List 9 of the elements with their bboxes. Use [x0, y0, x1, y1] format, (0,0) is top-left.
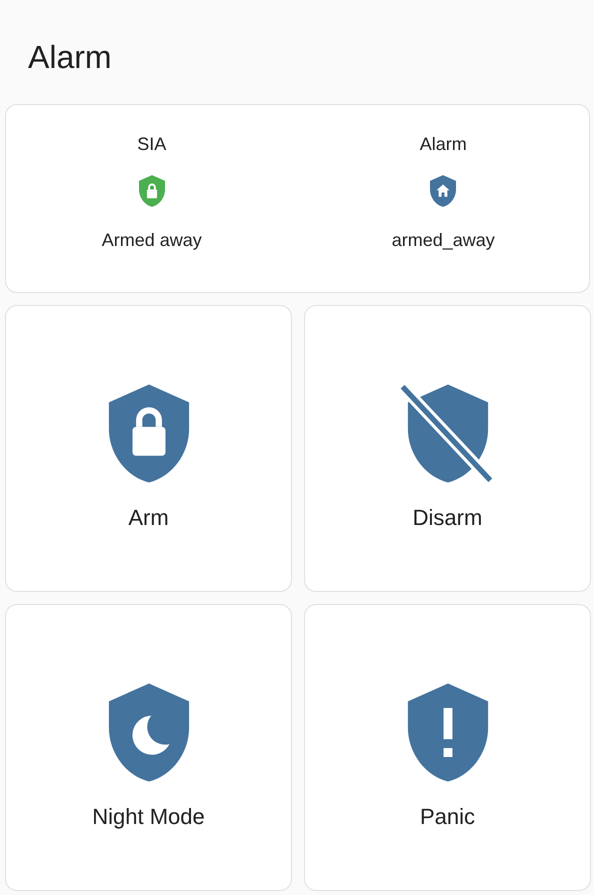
action-button[interactable]: Night Mode	[5, 604, 292, 891]
action-button[interactable]: Arm	[5, 305, 292, 592]
entity-state: Armed away	[102, 229, 202, 251]
action-button[interactable]: Disarm	[304, 305, 591, 592]
page-title: Alarm	[27, 38, 113, 66]
entity-name: SIA	[137, 133, 166, 155]
entity-state: armed_away	[392, 229, 495, 251]
action-button[interactable]: Panic	[304, 604, 591, 891]
entity-name: Alarm	[420, 133, 467, 155]
